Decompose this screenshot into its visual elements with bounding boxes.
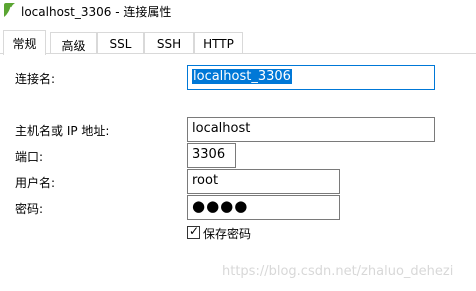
username-value: root bbox=[192, 173, 219, 188]
host-label: 主机名或 IP 地址: bbox=[15, 124, 110, 138]
save-password-label[interactable]: 保存密码 bbox=[203, 225, 251, 242]
navicat-app-icon bbox=[4, 3, 15, 17]
port-input[interactable]: 3306 bbox=[187, 143, 236, 168]
password-value: ●●●● bbox=[192, 197, 249, 215]
connection-name-value: localhost_3306 bbox=[192, 69, 292, 84]
tab-advanced[interactable]: 高级 bbox=[50, 32, 97, 54]
connection-name-input[interactable]: localhost_3306 bbox=[187, 65, 435, 90]
watermark-text: https://blog.csdn.net/zhaluo_dehezi bbox=[222, 264, 454, 279]
tab-strip: 常规 高级 SSL SSH HTTP bbox=[0, 30, 476, 55]
window-title: localhost_3306 - 连接属性 bbox=[21, 5, 172, 19]
tab-ssh[interactable]: SSH bbox=[144, 32, 194, 54]
username-input[interactable]: root bbox=[187, 169, 340, 194]
save-password-checkbox[interactable]: ✓ bbox=[187, 224, 200, 239]
checkmark-icon: ✓ bbox=[189, 224, 200, 238]
username-label: 用户名: bbox=[15, 176, 56, 190]
port-label: 端口: bbox=[15, 150, 44, 164]
password-input[interactable]: ●●●● bbox=[187, 195, 340, 220]
tab-general[interactable]: 常规 bbox=[3, 30, 46, 55]
title-bar: localhost_3306 - 连接属性 bbox=[0, 0, 476, 22]
connection-name-label: 连接名: bbox=[15, 72, 56, 86]
host-value: localhost bbox=[192, 121, 251, 136]
port-value: 3306 bbox=[192, 147, 226, 162]
host-input[interactable]: localhost bbox=[187, 117, 435, 142]
tab-ssl[interactable]: SSL bbox=[97, 32, 144, 54]
tab-http[interactable]: HTTP bbox=[194, 32, 243, 54]
password-label: 密码: bbox=[15, 202, 44, 216]
